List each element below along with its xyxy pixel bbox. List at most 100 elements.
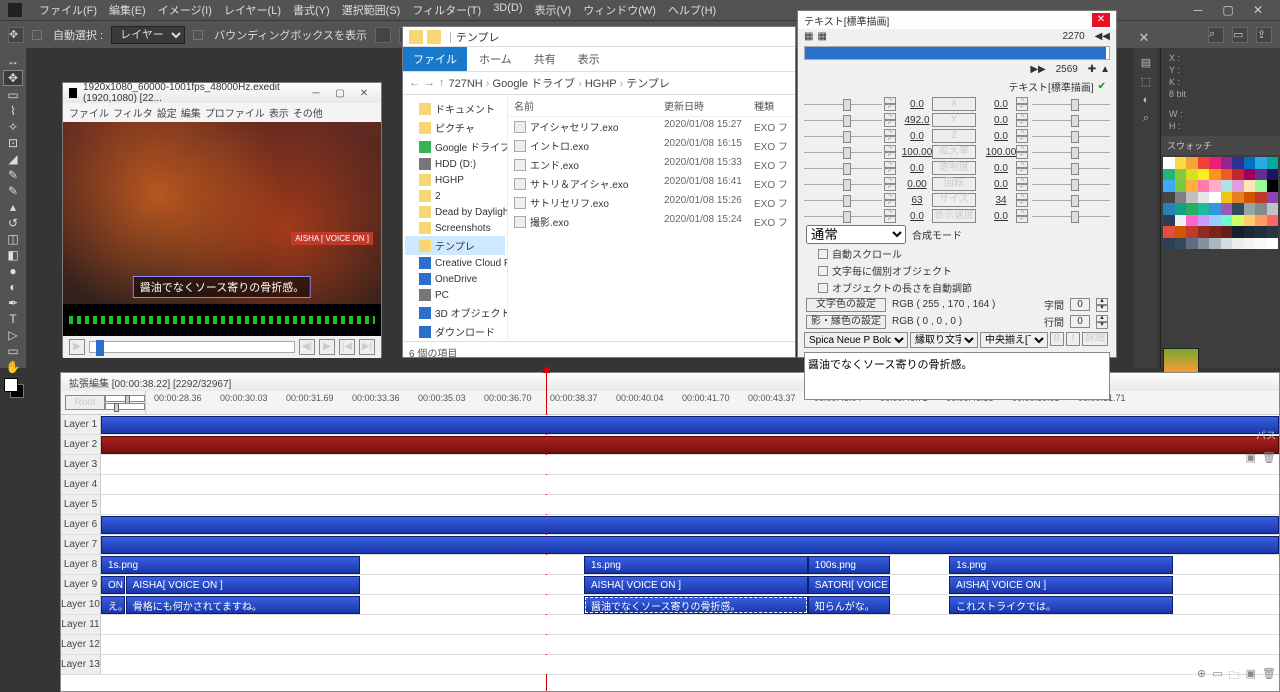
- param-label-button[interactable]: Z: [932, 129, 976, 143]
- outline-select[interactable]: 縁取り文字: [910, 332, 978, 348]
- text-content-textarea[interactable]: 醤油でなくソース寄りの骨折感。: [804, 352, 1110, 400]
- eraser-tool-icon[interactable]: ◫: [3, 232, 23, 246]
- checkbox[interactable]: [818, 283, 828, 293]
- swatch[interactable]: [1267, 157, 1279, 169]
- minimize-icon[interactable]: ─: [305, 88, 327, 99]
- timeline-clip[interactable]: 1s.png: [949, 556, 1173, 574]
- swatch[interactable]: [1198, 157, 1210, 169]
- menu-item[interactable]: フィルター(T): [406, 0, 487, 20]
- folder-icon[interactable]: 🗀: [1229, 667, 1240, 686]
- swatch[interactable]: [1198, 192, 1210, 204]
- param-value-right[interactable]: 0.0: [984, 99, 1018, 110]
- layer-track[interactable]: [101, 655, 1279, 674]
- layer-track[interactable]: [101, 535, 1279, 554]
- layer-label[interactable]: Layer 9: [61, 575, 101, 594]
- aviutl-menu-item[interactable]: ファイル: [69, 105, 109, 120]
- up-icon[interactable]: ↑: [439, 77, 445, 89]
- layer-track[interactable]: え。骨格にも何かされてますね。醤油でなくソース寄りの骨折感。知らんがな。これスト…: [101, 595, 1279, 614]
- trash-icon[interactable]: 🗑: [1262, 451, 1276, 464]
- close-icon[interactable]: ✕: [353, 88, 375, 99]
- swatch[interactable]: [1198, 238, 1210, 250]
- layer-track[interactable]: [101, 455, 1279, 474]
- share-icon[interactable]: ⇪: [1256, 27, 1272, 43]
- aviutl-menu-item[interactable]: プロファイル: [205, 105, 265, 120]
- ribbon-tab[interactable]: 共有: [524, 47, 566, 71]
- spinner[interactable]: ◀▶: [1016, 145, 1028, 159]
- tree-item[interactable]: テンプレ: [405, 236, 505, 255]
- swatch[interactable]: [1163, 226, 1175, 238]
- document-close-icon[interactable]: ✕: [1134, 28, 1154, 48]
- param-label-button[interactable]: サイズ: [932, 193, 976, 207]
- tree-item[interactable]: HGHP: [405, 172, 505, 188]
- tree-item[interactable]: 3D オブジェクト: [405, 303, 505, 322]
- swatch[interactable]: [1186, 226, 1198, 238]
- file-row[interactable]: イントロ.exo2020/01/08 16:15EXO フ: [508, 136, 795, 155]
- checkbox[interactable]: [818, 249, 828, 259]
- swatch[interactable]: [1186, 180, 1198, 192]
- swatch[interactable]: [1163, 180, 1175, 192]
- text-property-window[interactable]: テキスト[標準描画] ✕ ▦ ▦ 2270 ◀◀ ▶▶ 2569 ✚ ▲ テキス…: [797, 10, 1117, 358]
- layer-track[interactable]: [101, 415, 1279, 434]
- menu-item[interactable]: ウィンドウ(W): [577, 0, 662, 20]
- param-slider[interactable]: [804, 99, 882, 109]
- param-value-right[interactable]: 0.0: [984, 115, 1018, 126]
- swatch[interactable]: [1198, 215, 1210, 227]
- shape-tool-icon[interactable]: ▭: [3, 344, 23, 358]
- param-slider[interactable]: [804, 179, 882, 189]
- swatch[interactable]: [1209, 226, 1221, 238]
- layer-label[interactable]: Layer 4: [61, 475, 101, 494]
- swatch[interactable]: [1209, 169, 1221, 181]
- swatch[interactable]: [1209, 215, 1221, 227]
- param-slider[interactable]: [1032, 163, 1110, 173]
- swatch[interactable]: [1163, 238, 1175, 250]
- spinner[interactable]: ◀▶: [884, 97, 896, 111]
- properties-icon[interactable]: ⬚: [1141, 75, 1151, 88]
- timeline-clip[interactable]: 1s.png: [584, 556, 808, 574]
- spinner[interactable]: ◀▶: [1016, 113, 1028, 127]
- skip-fwd-icon[interactable]: ▶|: [359, 339, 375, 355]
- timeline-clip[interactable]: [101, 516, 1279, 534]
- play-icon[interactable]: ▶: [319, 339, 335, 355]
- swatch[interactable]: [1209, 238, 1221, 250]
- param-value-left[interactable]: 0.0: [900, 211, 934, 222]
- timeline-clip[interactable]: 知らんがな。: [808, 596, 890, 614]
- aviutl-menu-item[interactable]: フィルタ: [113, 105, 153, 120]
- timeline-clip[interactable]: 1s.png: [101, 556, 360, 574]
- swatch[interactable]: [1175, 169, 1187, 181]
- menu-item[interactable]: 書式(Y): [287, 0, 336, 20]
- param-slider[interactable]: [804, 163, 882, 173]
- param-value-right[interactable]: 0.0: [984, 179, 1018, 190]
- swatch[interactable]: [1244, 180, 1256, 192]
- layer-label[interactable]: Layer 10: [61, 595, 101, 614]
- crop-tool-icon[interactable]: ⊡: [3, 136, 23, 150]
- timeline-clip[interactable]: 醤油でなくソース寄りの骨折感。: [584, 596, 808, 614]
- ribbon-tab[interactable]: ホーム: [469, 47, 522, 71]
- timeline-clip[interactable]: え。: [101, 596, 125, 614]
- spinner[interactable]: ◀▶: [1016, 193, 1028, 207]
- spinner[interactable]: ◀▶: [884, 161, 896, 175]
- param-slider[interactable]: [804, 131, 882, 141]
- file-row[interactable]: サトリセリフ.exo2020/01/08 15:26EXO フ: [508, 193, 795, 212]
- spinner[interactable]: ◀▶: [884, 193, 896, 207]
- font-select[interactable]: Spica Neue P Bold: [804, 332, 908, 348]
- param-slider[interactable]: [804, 195, 882, 205]
- swatch[interactable]: [1221, 203, 1233, 215]
- ribbon-tab[interactable]: 表示: [568, 47, 610, 71]
- swatch[interactable]: [1198, 180, 1210, 192]
- param-label-button[interactable]: 透明度: [932, 161, 976, 175]
- swatch[interactable]: [1175, 203, 1187, 215]
- explorer-titlebar[interactable]: | テンプレ: [403, 27, 795, 47]
- seek-fwd-icon[interactable]: ▶▶: [1030, 64, 1045, 75]
- spinner[interactable]: ◀▶: [884, 145, 896, 159]
- pen-tool-icon[interactable]: ✒: [3, 296, 23, 310]
- menu-item[interactable]: ファイル(F): [33, 0, 103, 20]
- file-row[interactable]: 撮影.exo2020/01/08 15:24EXO フ: [508, 212, 795, 231]
- spinner[interactable]: ◀▶: [884, 209, 896, 223]
- param-slider[interactable]: [1032, 115, 1110, 125]
- layer-label[interactable]: Layer 12: [61, 635, 101, 654]
- move-tool-icon[interactable]: ✥: [3, 70, 23, 86]
- swatch[interactable]: [1209, 203, 1221, 215]
- swatch[interactable]: [1209, 180, 1221, 192]
- param-slider[interactable]: [1032, 99, 1110, 109]
- param-slider[interactable]: [1032, 131, 1110, 141]
